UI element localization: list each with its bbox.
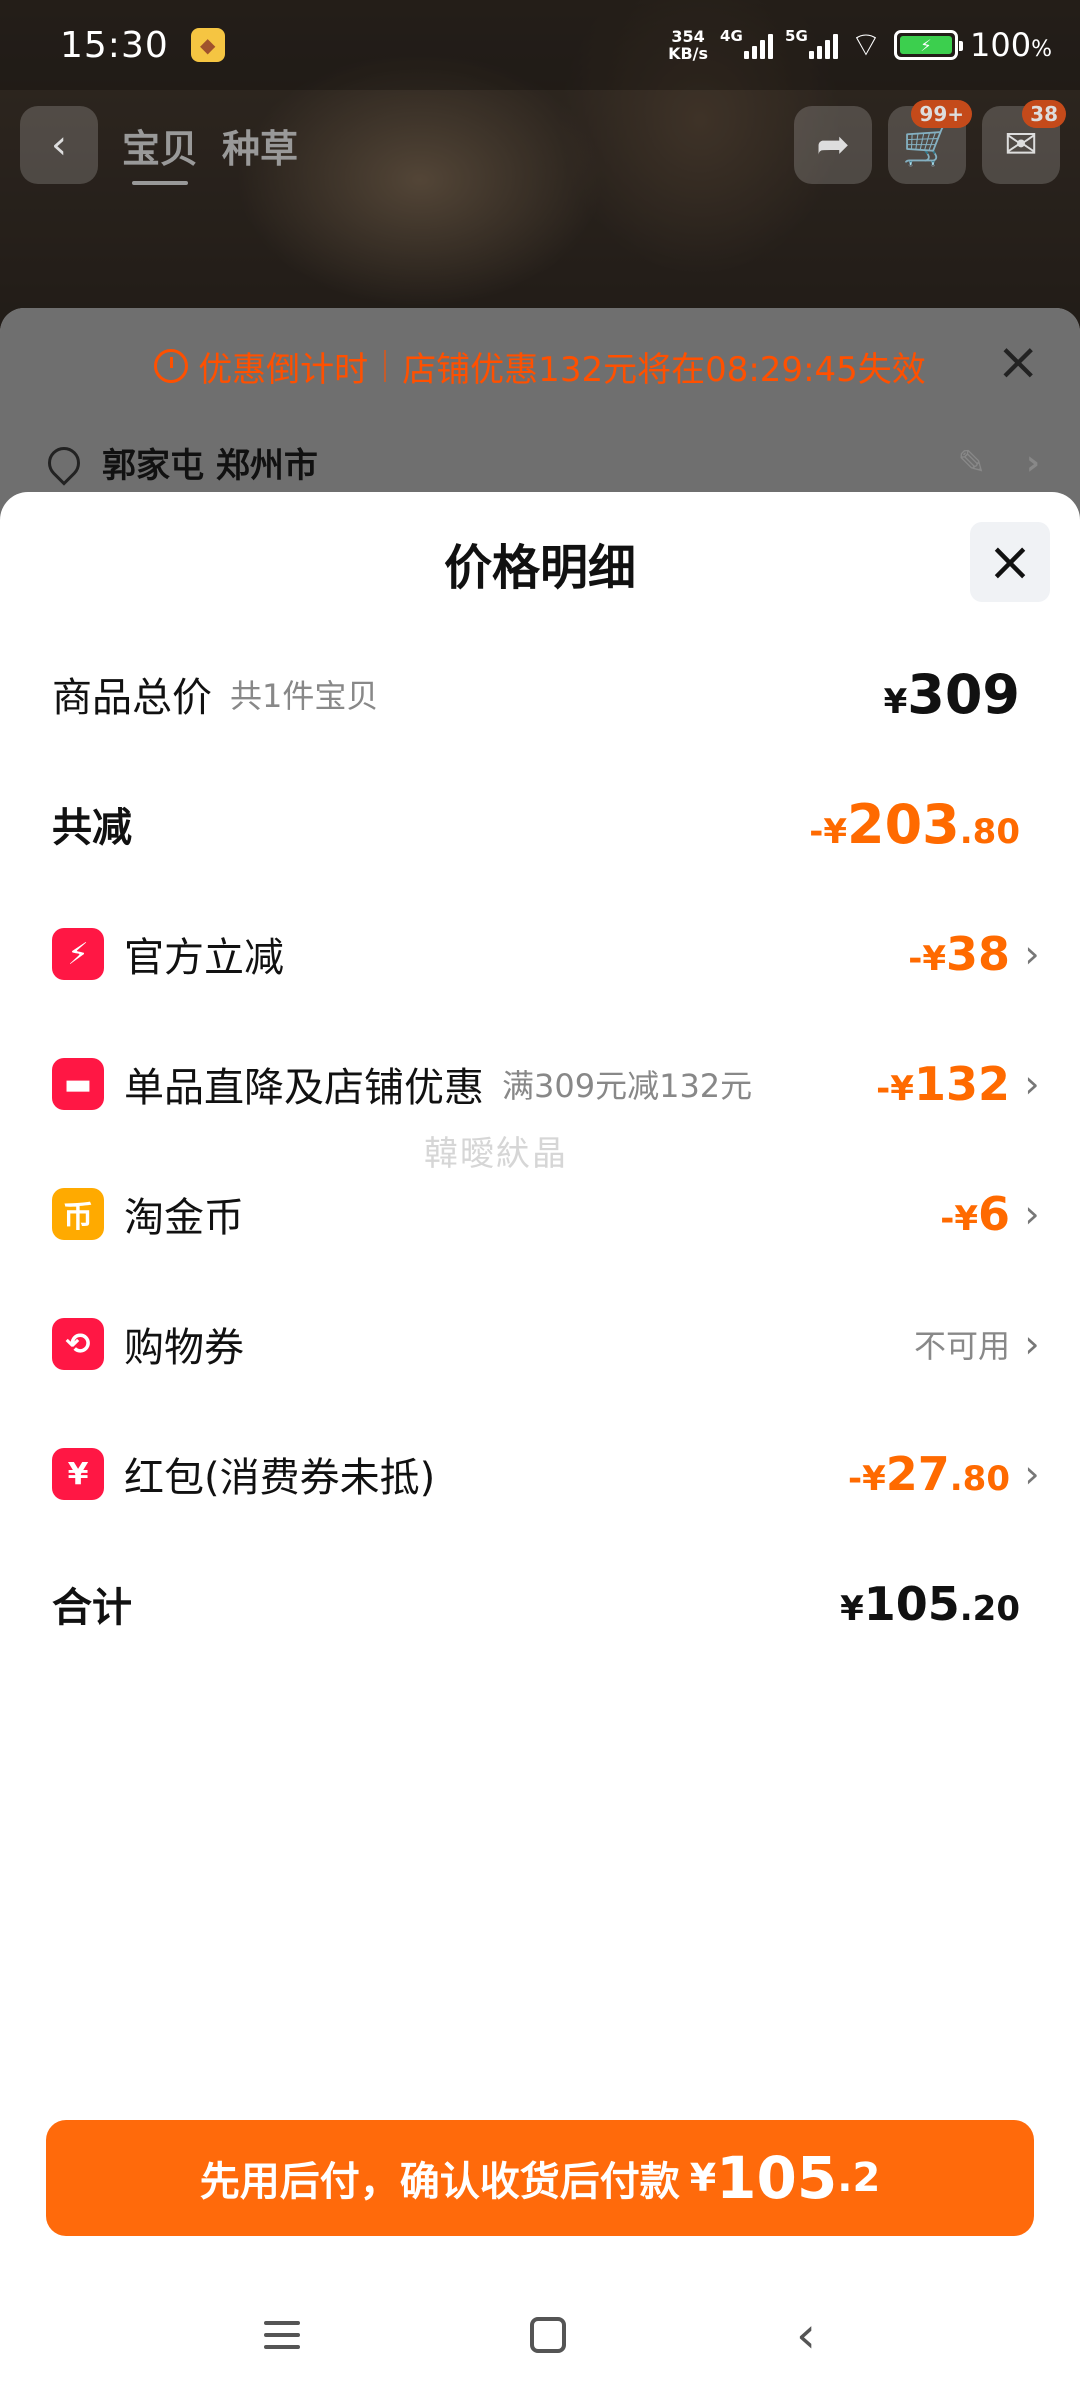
system-nav-bar: ‹ <box>0 2280 1080 2390</box>
chevron-right-icon: › <box>1024 1192 1040 1236</box>
tab-recommend[interactable]: 种草 <box>222 118 298 173</box>
signal-5g-icon: 5G <box>785 27 839 59</box>
row-label: 商品总价 <box>52 675 212 721</box>
coin-icon: 币 <box>52 1188 104 1240</box>
countdown-text: 店铺优惠132元将在08:29:45失效 <box>402 349 926 390</box>
notification-app-icon: ◆ <box>190 28 225 62</box>
watermark: 韓曖紎晶 <box>424 1134 568 1174</box>
row-amount: - ¥6 <box>940 1187 1010 1241</box>
pay-button-amount-int: 105 <box>716 2144 838 2212</box>
chevron-right-icon: › <box>1025 442 1040 483</box>
row-grand-total: 合计 ¥105.20 <box>52 1564 1020 1644</box>
row-amount: ¥309 <box>883 662 1020 726</box>
shipping-address[interactable]: 郭家屯 郑州市 ✎ › <box>41 438 1040 487</box>
row-amount: - ¥132 <box>876 1057 1010 1111</box>
cart-icon: 🛒 <box>902 122 952 169</box>
discount-countdown-banner: 优惠倒计时 店铺优惠132元将在08:29:45失效 <box>0 338 1080 394</box>
pay-button-currency: ¥ <box>689 2156 717 2200</box>
row-label: 购物券 <box>124 1325 244 1371</box>
row-sublabel: 满309元减132元 <box>502 1067 753 1105</box>
chevron-right-icon: › <box>1024 1452 1040 1496</box>
close-icon: × <box>987 530 1033 593</box>
row-label: 共减 <box>52 805 132 851</box>
sheet-title: 价格明细 <box>443 540 636 596</box>
row-taobao-coins[interactable]: 币 淘金币 - ¥6 › <box>52 1174 1040 1254</box>
row-store-discount[interactable]: ▬ 单品直降及店铺优惠 满309元减132元 - ¥132 › <box>52 1044 1040 1124</box>
row-label: 淘金币 <box>124 1195 244 1241</box>
network-speed-unit: KB/s <box>668 44 709 63</box>
signal-4g-icon: 4G <box>720 27 774 59</box>
share-icon: ➦ <box>816 122 850 168</box>
row-total-discount: 共减 - ¥203.80 <box>52 784 1020 864</box>
battery-icon: ⚡ <box>894 30 964 60</box>
row-sublabel: 共1件宝贝 <box>230 677 379 715</box>
menu-icon[interactable] <box>264 2321 300 2349</box>
product-top-nav: ‹ 宝贝 种草 ➦ 🛒 99+ ✉ 38 <box>0 100 1080 190</box>
close-sheet-button[interactable]: × <box>970 522 1050 602</box>
signal-5g-label: 5G <box>785 27 808 45</box>
cart-button[interactable]: 🛒 99+ <box>888 100 972 184</box>
chevron-right-icon: › <box>1024 932 1040 976</box>
back-icon[interactable]: ‹ <box>796 2310 816 2360</box>
top-nav-actions: ➦ 🛒 99+ ✉ 38 <box>794 100 1066 184</box>
row-amount: - ¥38 <box>908 927 1010 981</box>
row-official-discount[interactable]: ⚡ 官方立减 - ¥38 › <box>52 914 1040 994</box>
row-status: 不可用 <box>913 1327 1010 1365</box>
row-red-packet[interactable]: ¥ 红包(消费券未抵) - ¥27.80 › <box>52 1434 1040 1514</box>
address-text: 郭家屯 郑州市 <box>102 446 318 486</box>
pay-button-label: 先用后付，确认收货后付款 <box>199 2159 680 2205</box>
close-icon[interactable]: × <box>996 336 1040 388</box>
row-label: 合计 <box>52 1585 132 1631</box>
row-label: 红包(消费券未抵) <box>124 1455 436 1501</box>
chevron-left-icon: ‹ <box>51 122 67 168</box>
row-shopping-coupon[interactable]: ⟲ 购物券 不可用 › <box>52 1304 1040 1384</box>
message-badge: 38 <box>1022 100 1066 128</box>
chevron-right-icon: › <box>1024 1322 1040 1366</box>
row-amount: - ¥203.80 <box>809 792 1020 856</box>
lightning-icon: ⚡ <box>52 928 104 980</box>
battery-percent: 100% <box>970 26 1052 64</box>
divider <box>384 350 387 382</box>
signal-4g-label: 4G <box>720 27 743 45</box>
chevron-right-icon: › <box>1024 1062 1040 1106</box>
row-label: 单品直降及店铺优惠 <box>124 1065 484 1111</box>
message-icon: ✉ <box>1004 122 1038 168</box>
row-amount: ¥105.20 <box>840 1577 1020 1631</box>
red-packet-icon: ¥ <box>52 1448 104 1500</box>
status-bar: 15:30 ◆ 354 KB/s 4G 5G ⌔ ⚡ 100% <box>0 0 1080 90</box>
price-detail-sheet: 价格明细 × 商品总价 共1件宝贝 ¥309 共减 - ¥203.80 ⚡ 官方立… <box>0 492 1080 2400</box>
message-button[interactable]: ✉ 38 <box>982 100 1066 184</box>
row-amount: - ¥27.80 <box>847 1447 1010 1501</box>
row-total-goods: 商品总价 共1件宝贝 ¥309 <box>52 654 1020 734</box>
home-icon[interactable] <box>530 2317 566 2353</box>
clock-icon <box>154 349 189 383</box>
edit-icon[interactable]: ✎ <box>957 443 986 483</box>
network-speed-value: 354 <box>671 27 705 46</box>
share-button[interactable]: ➦ <box>794 106 872 184</box>
wifi-icon: ⌔ <box>850 25 883 65</box>
cart-badge: 99+ <box>911 100 972 128</box>
row-label: 官方立减 <box>124 935 284 981</box>
pay-later-confirm-button[interactable]: 先用后付，确认收货后付款 ¥ 105 .2 <box>46 2120 1034 2236</box>
pay-button-amount-dec: .2 <box>837 2155 881 2201</box>
coupon-icon: ⟲ <box>52 1318 104 1370</box>
status-time: 15:30 <box>60 24 169 66</box>
network-speed: 354 KB/s <box>668 28 708 62</box>
back-button[interactable]: ‹ <box>20 106 98 184</box>
status-indicators: 354 KB/s 4G 5G ⌔ ⚡ 100% <box>668 26 1052 64</box>
tab-product[interactable]: 宝贝 <box>122 118 198 185</box>
countdown-label: 优惠倒计时 <box>198 349 369 390</box>
location-pin-icon <box>41 439 87 486</box>
store-icon: ▬ <box>52 1058 104 1110</box>
